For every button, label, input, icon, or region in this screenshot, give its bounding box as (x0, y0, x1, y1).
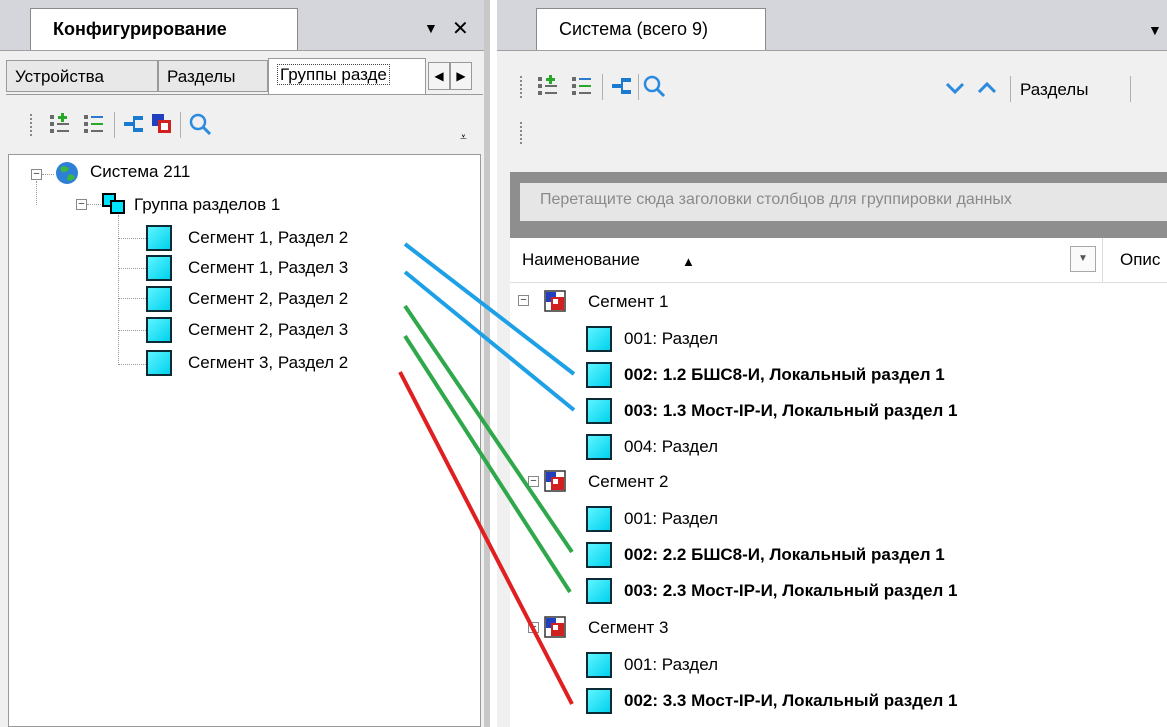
pin-dropdown-icon[interactable]: ▼ (1148, 22, 1162, 38)
partition-icon (586, 326, 612, 352)
tree-item[interactable]: Сегмент 2, Раздел 2 (188, 289, 348, 309)
globe-icon (56, 162, 78, 184)
partition-row[interactable]: 003: 2.3 Мост-IP-И, Локальный раздел 1 (624, 581, 957, 601)
partition-icon (586, 688, 612, 714)
partition-icon (586, 506, 612, 532)
segment-row[interactable]: Сегмент 3 (588, 618, 668, 638)
column-header-description[interactable]: Опис (1120, 250, 1160, 270)
expand-toggle-icon[interactable]: − (518, 295, 529, 306)
partition-icon (586, 362, 612, 388)
tab-partitions[interactable]: Разделы (158, 60, 268, 92)
tree-item[interactable]: Сегмент 1, Раздел 3 (188, 258, 348, 278)
partition-row[interactable]: 002: 2.2 БШС8-И, Локальный раздел 1 (624, 545, 945, 565)
partition-row[interactable]: 002: 1.2 БШС8-И, Локальный раздел 1 (624, 365, 945, 385)
segment-icon (544, 470, 566, 492)
tree-item[interactable]: Сегмент 2, Раздел 3 (188, 320, 348, 340)
partition-row[interactable]: 003: 1.3 Мост-IP-И, Локальный раздел 1 (624, 401, 957, 421)
partition-icon (586, 398, 612, 424)
column-filter-dropdown[interactable]: ▼ (1070, 246, 1096, 272)
segment-row[interactable]: Сегмент 1 (588, 292, 668, 312)
toolbar-grip[interactable] (30, 114, 35, 136)
link-icon[interactable] (610, 74, 634, 98)
system-tab[interactable]: Система (всего 9) (536, 8, 766, 50)
tree-line (42, 174, 54, 175)
chevron-up-icon[interactable] (976, 80, 998, 96)
tree-line (118, 298, 146, 299)
tree-line (118, 268, 146, 269)
copy-icon[interactable] (150, 112, 174, 136)
search-icon[interactable] (642, 74, 666, 98)
configuration-tab[interactable]: Конфигурирование (30, 8, 298, 50)
partition-icon (146, 317, 172, 343)
partition-icon (586, 578, 612, 604)
close-icon[interactable]: ✕ (452, 16, 469, 41)
partition-icon (586, 434, 612, 460)
partition-icon (146, 350, 172, 376)
panel-splitter[interactable] (484, 0, 490, 727)
partition-icon (586, 542, 612, 568)
tab-partitions-label: Разделы (167, 67, 236, 86)
configuration-panel: Конфигурирование ▼ ✕ Устройства Разделы … (0, 0, 490, 727)
tree-line (87, 204, 101, 205)
tab-scroll-right-icon[interactable]: ▶ (450, 62, 472, 90)
segment-icon (544, 616, 566, 638)
expand-toggle-icon[interactable]: − (31, 169, 42, 180)
partition-icon (146, 286, 172, 312)
partition-row[interactable]: 001: Раздел (624, 655, 718, 675)
add-item-icon[interactable] (536, 74, 560, 98)
system-tab-label: Система (всего 9) (559, 19, 709, 39)
partitions-toolbar-label[interactable]: Разделы (1020, 80, 1088, 100)
tree-line (118, 238, 146, 239)
partition-row[interactable]: 001: Раздел (624, 509, 718, 529)
column-header-name[interactable]: Наименование (522, 250, 640, 270)
toolbar-separator (638, 74, 639, 100)
partition-row[interactable]: 004: Раздел (624, 437, 718, 457)
tree-list-icon[interactable] (570, 74, 594, 98)
toolbar-separator (114, 112, 115, 138)
tree-list-icon[interactable] (82, 112, 106, 136)
expand-toggle-icon[interactable]: − (528, 476, 539, 487)
chevron-down-icon[interactable] (944, 80, 966, 96)
grouping-hint[interactable]: Перетащите сюда заголовки столбцов для г… (520, 183, 1167, 221)
tree-group-label[interactable]: Группа разделов 1 (134, 195, 280, 215)
segment-row[interactable]: Сегмент 2 (588, 472, 668, 492)
tab-scroll-left-icon[interactable]: ◀ (428, 62, 450, 90)
search-icon[interactable] (188, 112, 212, 136)
partition-row[interactable]: 002: 3.3 Мост-IP-И, Локальный раздел 1 (624, 691, 957, 711)
tab-partition-groups-label: Группы разде (277, 64, 390, 85)
column-divider (1102, 238, 1103, 282)
partition-icon (586, 652, 612, 678)
tab-devices-label: Устройства (15, 67, 104, 86)
toolbar-separator (1130, 76, 1131, 102)
configuration-tab-label: Конфигурирование (53, 19, 227, 39)
add-item-icon[interactable] (48, 112, 72, 136)
segment-icon (544, 290, 566, 312)
toolbar-separator (1010, 76, 1011, 102)
tab-divider (6, 94, 483, 95)
expand-toggle-icon[interactable]: − (528, 622, 539, 633)
partition-row[interactable]: 001: Раздел (624, 329, 718, 349)
tree-item[interactable]: Сегмент 1, Раздел 2 (188, 228, 348, 248)
toolbar-separator (602, 74, 603, 100)
tree-line (36, 181, 37, 205)
partition-icon (146, 225, 172, 251)
tab-partition-groups[interactable]: Группы разде (268, 58, 426, 94)
tree-item[interactable]: Сегмент 3, Раздел 2 (188, 353, 348, 373)
tree-line (118, 364, 146, 365)
toolbar-separator (180, 112, 181, 138)
pin-dropdown-icon[interactable]: ▼ (424, 20, 438, 36)
expand-toggle-icon[interactable]: − (76, 199, 87, 210)
partition-icon (146, 255, 172, 281)
sort-ascending-icon: ▲ (682, 254, 695, 269)
toolbar-grip[interactable] (520, 76, 525, 98)
tab-devices[interactable]: Устройства (6, 60, 158, 92)
link-icon[interactable] (122, 112, 146, 136)
toolbar-overflow-icon[interactable]: ⩡ (460, 130, 467, 145)
tree-line (118, 330, 146, 331)
tree-root-label[interactable]: Система 211 (90, 162, 190, 182)
toolbar-grip[interactable] (520, 122, 525, 144)
partition-group-icon (102, 193, 125, 214)
